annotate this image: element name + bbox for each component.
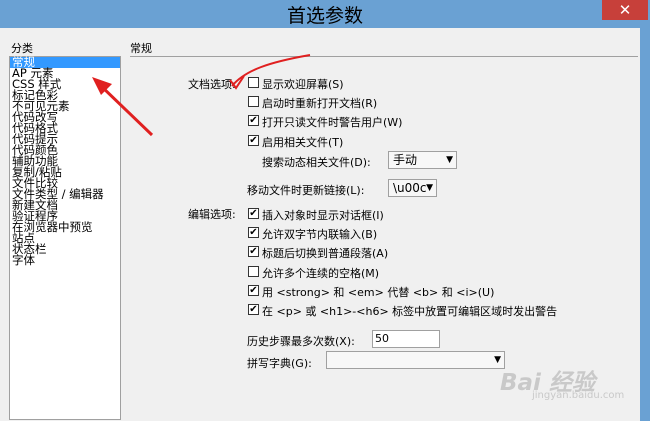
watermark-url: jingyan.baidu.com <box>532 390 625 401</box>
annotation-overlay <box>92 54 311 137</box>
annotation-arrow-shaft <box>98 83 154 137</box>
annotation-underline <box>231 54 311 87</box>
